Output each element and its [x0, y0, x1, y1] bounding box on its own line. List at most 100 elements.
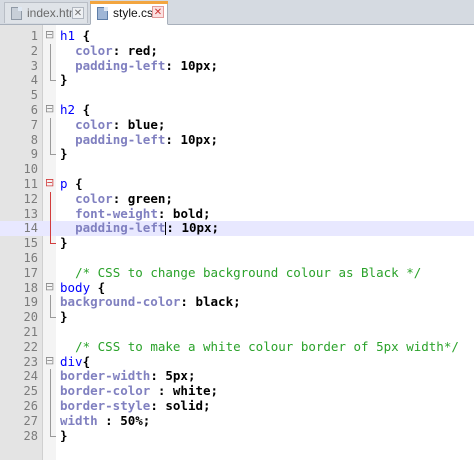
- close-icon[interactable]: ✕: [152, 6, 164, 18]
- code-text[interactable]: }: [60, 72, 68, 88]
- code-text[interactable]: padding-left: 10px;: [60, 131, 218, 148]
- code-line[interactable]: 16: [0, 251, 474, 266]
- file-icon: [9, 6, 23, 20]
- code-line[interactable]: 9}: [0, 146, 474, 162]
- code-line[interactable]: 10: [0, 162, 474, 177]
- fold-marker-icon[interactable]: [45, 102, 55, 118]
- tab-index-html[interactable]: index.html ✕: [4, 2, 88, 23]
- css-property: padding-left: [75, 57, 166, 73]
- code-text[interactable]: background-color: black;: [60, 294, 241, 310]
- fold-marker-icon[interactable]: [45, 28, 55, 44]
- code-line[interactable]: 3 padding-left: 10px;: [0, 57, 474, 74]
- line-number: 1: [30, 29, 38, 43]
- code-text[interactable]: /* CSS to make a white colour border of …: [60, 339, 459, 355]
- line-number: 11: [23, 176, 38, 191]
- css-value: 5px;: [165, 368, 196, 384]
- code-line[interactable]: 5: [0, 88, 474, 103]
- fold-guide: [45, 266, 55, 281]
- line-number: 15: [23, 236, 38, 251]
- css-value: white;: [172, 383, 219, 399]
- code-editor[interactable]: 1 h1 {2 color: red;3 padding-left: 10px;4…: [0, 25, 474, 460]
- code-text[interactable]: h2 {: [60, 101, 90, 118]
- code-text[interactable]: }: [60, 428, 68, 444]
- code-text[interactable]: p {: [60, 175, 83, 192]
- line-number: 6: [30, 102, 38, 117]
- line-number: 28: [23, 428, 38, 443]
- code-line[interactable]: 1 h1 {: [0, 28, 474, 44]
- fold-guide: [45, 147, 56, 162]
- code-line[interactable]: 28}: [0, 428, 474, 444]
- css-property: border-color: [60, 383, 151, 399]
- code-text[interactable]: }: [60, 146, 68, 162]
- css-value: bold;: [172, 205, 211, 221]
- fold-guide: [45, 236, 56, 251]
- code-line[interactable]: 26 border-style: solid;: [0, 398, 474, 414]
- brace: {: [97, 279, 106, 295]
- code-line[interactable]: 6 h2 {: [0, 101, 474, 118]
- brace: }: [60, 72, 68, 88]
- code-text[interactable]: width : 50%;: [60, 412, 151, 429]
- code-text[interactable]: padding-left: 10px;: [60, 220, 220, 236]
- code-line[interactable]: 8 padding-left: 10px;: [0, 131, 474, 148]
- code-line[interactable]: 27 width : 50%;: [0, 412, 474, 429]
- fold-marker-icon[interactable]: [45, 176, 55, 192]
- code-line[interactable]: 23 div{: [0, 353, 474, 370]
- colon: :: [157, 205, 173, 221]
- code-line[interactable]: 13 font-weight: bold;: [0, 205, 474, 222]
- css-selector: p: [60, 175, 76, 191]
- code-line[interactable]: 14 padding-left: 10px;: [0, 220, 474, 237]
- fold-guide: [45, 58, 55, 74]
- css-selector: h2: [60, 101, 83, 117]
- code-line[interactable]: 12 color: green;: [0, 190, 474, 207]
- code-line[interactable]: 2 color: red;: [0, 43, 474, 59]
- code-text[interactable]: body {: [60, 279, 106, 296]
- code-text[interactable]: color: blue;: [60, 117, 165, 133]
- colon: :: [97, 412, 121, 428]
- code-text[interactable]: padding-left: 10px;: [60, 57, 218, 74]
- code-text[interactable]: /* CSS to change background colour as Bl…: [60, 265, 421, 281]
- code-text[interactable]: color: red;: [60, 43, 158, 59]
- code-line[interactable]: 11 p {: [0, 175, 474, 192]
- close-icon[interactable]: ✕: [72, 7, 84, 19]
- line-number: 7: [30, 117, 38, 132]
- css-value: 10px;: [181, 220, 220, 236]
- fold-marker-icon[interactable]: [45, 354, 55, 370]
- line-number: 16: [23, 250, 38, 265]
- code-line[interactable]: 19 background-color: black;: [0, 294, 474, 310]
- code-line[interactable]: 17 /* CSS to change background colour as…: [0, 265, 474, 281]
- fold-guide: [45, 384, 55, 399]
- code-line[interactable]: 18 body {: [0, 279, 474, 296]
- code-text[interactable]: div{: [60, 353, 90, 370]
- line-number: 12: [23, 191, 38, 206]
- code-text[interactable]: }: [60, 235, 68, 251]
- colon: :: [165, 131, 181, 147]
- code-line[interactable]: 25 border-color : white;: [0, 383, 474, 399]
- code-text[interactable]: border-color : white;: [60, 383, 219, 399]
- code-text[interactable]: }: [60, 309, 68, 325]
- code-line[interactable]: 21: [0, 325, 474, 340]
- code-text[interactable]: color: green;: [60, 190, 173, 207]
- code-line[interactable]: 7 color: blue;: [0, 117, 474, 133]
- code-text[interactable]: h1 {: [60, 28, 90, 44]
- line-number: 4: [30, 73, 38, 88]
- css-property: color: [75, 190, 113, 206]
- code-line[interactable]: 20}: [0, 309, 474, 325]
- fold-marker-icon[interactable]: [45, 280, 55, 296]
- css-value: 50%;: [120, 412, 151, 428]
- code-text[interactable]: border-style: solid;: [60, 398, 211, 414]
- code-line[interactable]: 22 /* CSS to make a white colour border …: [0, 339, 474, 355]
- code-line[interactable]: 15}: [0, 235, 474, 251]
- fold-guide: [45, 73, 56, 88]
- css-selector: div: [60, 353, 83, 369]
- tab-style-css[interactable]: style.css ✕: [90, 1, 168, 25]
- code-line[interactable]: 24 border-width: 5px;: [0, 368, 474, 384]
- code-text[interactable]: border-width: 5px;: [60, 368, 196, 384]
- fold-guide: [45, 221, 55, 236]
- code-lines[interactable]: 1 h1 {2 color: red;3 padding-left: 10px;4…: [0, 28, 474, 444]
- code-line[interactable]: 4}: [0, 72, 474, 88]
- code-text[interactable]: font-weight: bold;: [60, 205, 211, 222]
- css-property: border-width: [60, 368, 151, 384]
- fold-guide: [45, 325, 55, 340]
